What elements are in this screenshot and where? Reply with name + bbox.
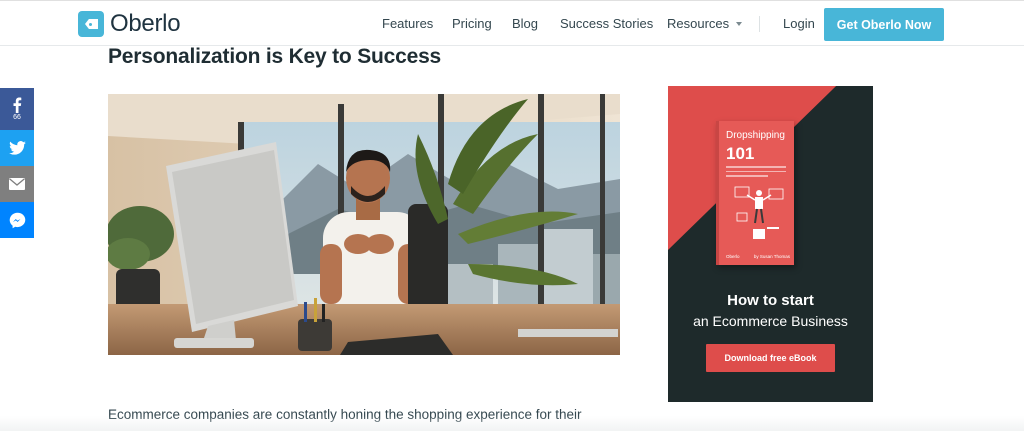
- nav-success-stories[interactable]: Success Stories: [560, 16, 653, 31]
- ad-subheadline: an Ecommerce Business: [693, 313, 848, 329]
- ebook-cover: Dropshipping 101 Oberlo by Susan Thomas: [716, 121, 794, 265]
- share-email-button[interactable]: [0, 166, 34, 202]
- nav-blog[interactable]: Blog: [512, 16, 538, 31]
- ebook-promo-banner[interactable]: Dropshipping 101 Oberlo by Susan Thomas …: [668, 86, 873, 402]
- book-number: 101: [726, 144, 755, 163]
- top-navigation-bar: Oberlo Features Pricing Blog Success Sto…: [0, 0, 1024, 46]
- book-title: Dropshipping: [726, 130, 785, 141]
- article-title: Personalization is Key to Success: [108, 45, 442, 68]
- book-author: by Susan Thomas: [753, 254, 790, 259]
- nav-login[interactable]: Login: [783, 16, 815, 31]
- twitter-icon: [8, 141, 26, 155]
- book-illustration: [734, 186, 784, 239]
- oberlo-logo[interactable]: Oberlo: [78, 10, 181, 38]
- ad-headline: How to start: [727, 292, 814, 309]
- share-facebook-button[interactable]: 66: [0, 88, 34, 130]
- share-twitter-button[interactable]: [0, 130, 34, 166]
- messenger-icon: [9, 212, 25, 228]
- logo-text: Oberlo: [110, 10, 181, 37]
- nav-features[interactable]: Features: [382, 16, 433, 31]
- nav-divider: [759, 16, 760, 32]
- book-footer: Oberlo by Susan Thomas: [726, 254, 790, 259]
- facebook-share-count: 66: [13, 114, 21, 121]
- office-photo-illustration: [108, 94, 620, 355]
- book-subtitle-lines: [726, 166, 786, 180]
- facebook-icon: [13, 97, 22, 113]
- article-hero-image: [108, 94, 620, 355]
- nav-pricing[interactable]: Pricing: [452, 16, 492, 31]
- book-brand: Oberlo: [726, 254, 740, 259]
- get-oberlo-now-button[interactable]: Get Oberlo Now: [824, 8, 944, 41]
- email-icon: [9, 178, 25, 190]
- nav-resources-dropdown[interactable]: Resources: [667, 16, 743, 31]
- download-ebook-button[interactable]: Download free eBook: [706, 344, 835, 372]
- share-messenger-button[interactable]: [0, 202, 34, 238]
- nav-resources-label: Resources: [667, 16, 730, 31]
- bottom-fade: [0, 416, 1024, 431]
- chevron-down-icon: [736, 21, 743, 26]
- oberlo-logo-icon: [78, 11, 104, 37]
